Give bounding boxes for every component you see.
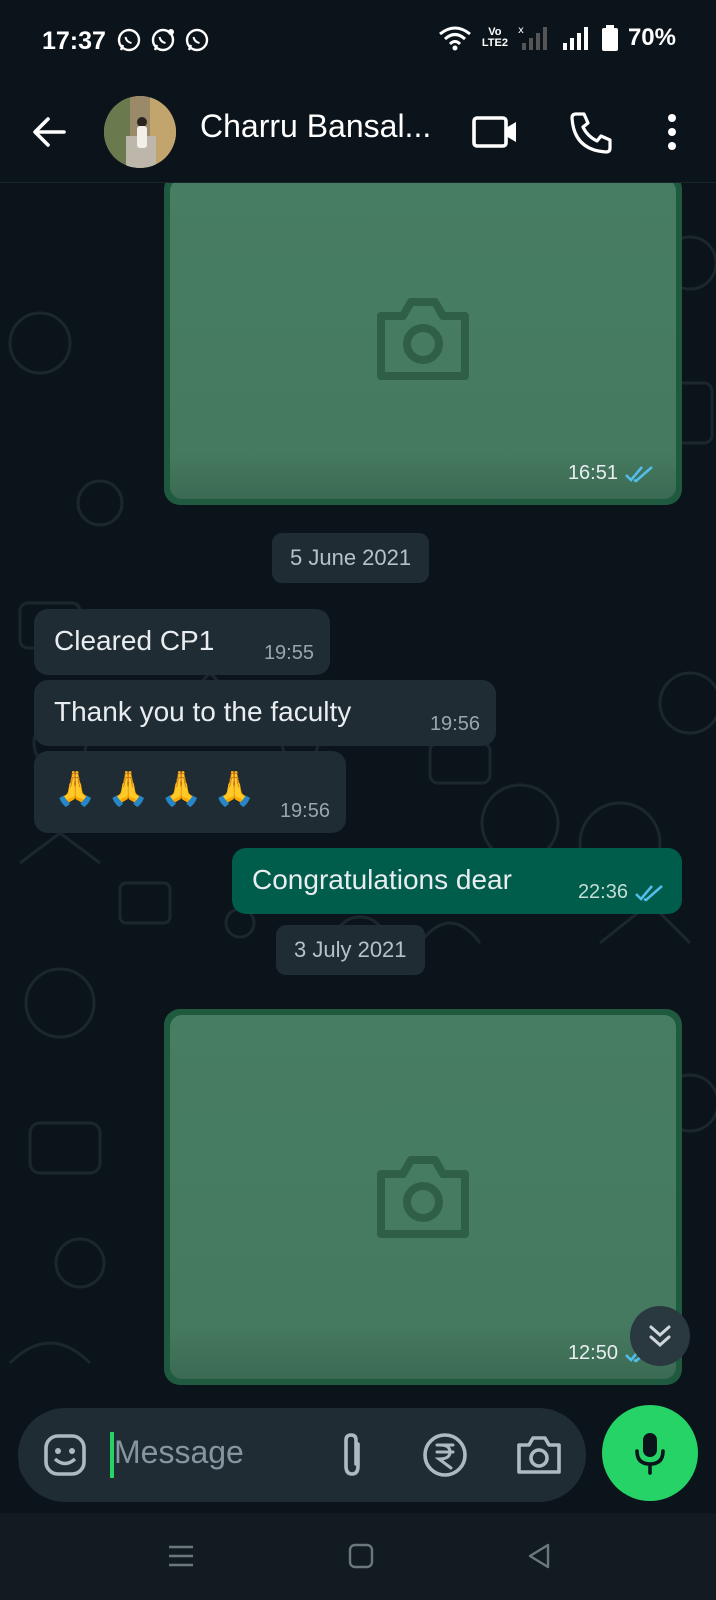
attach-icon bbox=[344, 1433, 360, 1476]
image-message[interactable]: 12:50 bbox=[164, 1009, 682, 1385]
message-input[interactable]: Message bbox=[114, 1434, 244, 1471]
image-message[interactable]: 16:51 bbox=[164, 183, 682, 505]
camera-placeholder-icon bbox=[377, 298, 469, 380]
incoming-message[interactable]: Cleared CP1 19:55 bbox=[34, 609, 330, 675]
more-options-button[interactable] bbox=[652, 106, 692, 158]
image-placeholder[interactable]: 16:51 bbox=[170, 183, 676, 499]
chat-area[interactable]: 16:51 5 June 2021 Cleared CP1 19:55 Than… bbox=[0, 183, 716, 1513]
status-time: 17:37 bbox=[42, 27, 106, 55]
rupee-icon bbox=[423, 1433, 467, 1477]
message-time: 19:56 bbox=[429, 713, 480, 735]
message-text: 🙏 🙏 🙏 🙏 bbox=[54, 769, 256, 809]
image-message-time: 16:51 bbox=[568, 462, 654, 485]
back-triangle-icon bbox=[528, 1543, 550, 1569]
incoming-message[interactable]: Thank you to the faculty 19:56 bbox=[34, 680, 496, 746]
message-time: 19:55 bbox=[263, 642, 314, 664]
camera-placeholder-icon bbox=[377, 1156, 469, 1238]
more-vert-icon bbox=[668, 114, 676, 150]
double-check-icon bbox=[635, 884, 663, 902]
contact-name[interactable]: Charru Bansal... bbox=[200, 108, 440, 145]
double-chevron-down-icon bbox=[649, 1325, 671, 1348]
system-nav-bar bbox=[0, 1513, 716, 1600]
wifi-icon bbox=[438, 26, 471, 51]
incoming-message[interactable]: 🙏 🙏 🙏 🙏 19:56 bbox=[34, 751, 346, 833]
voice-message-button[interactable] bbox=[602, 1405, 698, 1501]
whatsapp-business-icon bbox=[151, 28, 175, 52]
camera-button[interactable] bbox=[514, 1430, 564, 1480]
message-time-status: 22:36 bbox=[578, 881, 664, 904]
image-placeholder[interactable]: 12:50 bbox=[170, 1015, 676, 1379]
contact-avatar[interactable] bbox=[104, 96, 176, 168]
status-app-icons bbox=[116, 27, 210, 53]
scroll-to-bottom-button[interactable] bbox=[630, 1306, 690, 1366]
video-call-icon bbox=[472, 116, 516, 148]
payment-button[interactable] bbox=[420, 1430, 470, 1480]
menu-icon bbox=[169, 1545, 193, 1567]
message-text: Congratulations dear bbox=[252, 864, 512, 895]
battery-icon bbox=[601, 25, 618, 51]
whatsapp-icon bbox=[117, 28, 141, 52]
home-button[interactable] bbox=[346, 1541, 376, 1571]
emoji-button[interactable] bbox=[42, 1432, 88, 1478]
camera-icon bbox=[517, 1436, 561, 1474]
double-check-icon bbox=[625, 465, 653, 483]
emoji-icon bbox=[44, 1434, 86, 1476]
message-composer: Message bbox=[18, 1408, 586, 1502]
outgoing-message[interactable]: Congratulations dear 22:36 bbox=[232, 848, 682, 914]
home-square-icon bbox=[348, 1543, 374, 1569]
message-text: Thank you to the faculty bbox=[54, 696, 352, 727]
status-right: Vo LTE2 x 70% bbox=[438, 24, 676, 52]
whatsapp-icon bbox=[185, 28, 209, 52]
date-separator: 3 July 2021 bbox=[276, 925, 425, 975]
avatar-photo bbox=[104, 96, 176, 168]
battery-percent: 70% bbox=[627, 24, 676, 51]
back-arrow-icon bbox=[33, 117, 66, 147]
signal-icon-sim2 bbox=[562, 27, 588, 50]
mic-icon bbox=[635, 1433, 665, 1475]
chat-header: Charru Bansal... bbox=[0, 82, 716, 183]
date-separator: 5 June 2021 bbox=[272, 533, 430, 583]
message-text: Cleared CP1 bbox=[54, 625, 215, 656]
status-bar: 17:37 Vo LTE2 x 70% bbox=[0, 0, 716, 82]
system-back-button[interactable] bbox=[524, 1541, 554, 1571]
message-time: 19:56 bbox=[279, 800, 330, 822]
phone-icon bbox=[570, 112, 612, 154]
svg-text:x: x bbox=[518, 25, 524, 36]
back-button[interactable] bbox=[26, 108, 74, 156]
video-call-button[interactable] bbox=[470, 106, 522, 158]
signal-icon-sim1: x bbox=[518, 25, 547, 50]
recent-apps-button[interactable] bbox=[166, 1541, 196, 1571]
volte-label: Vo LTE2 bbox=[481, 26, 508, 49]
voice-call-button[interactable] bbox=[566, 106, 618, 158]
attach-button[interactable] bbox=[330, 1430, 374, 1480]
